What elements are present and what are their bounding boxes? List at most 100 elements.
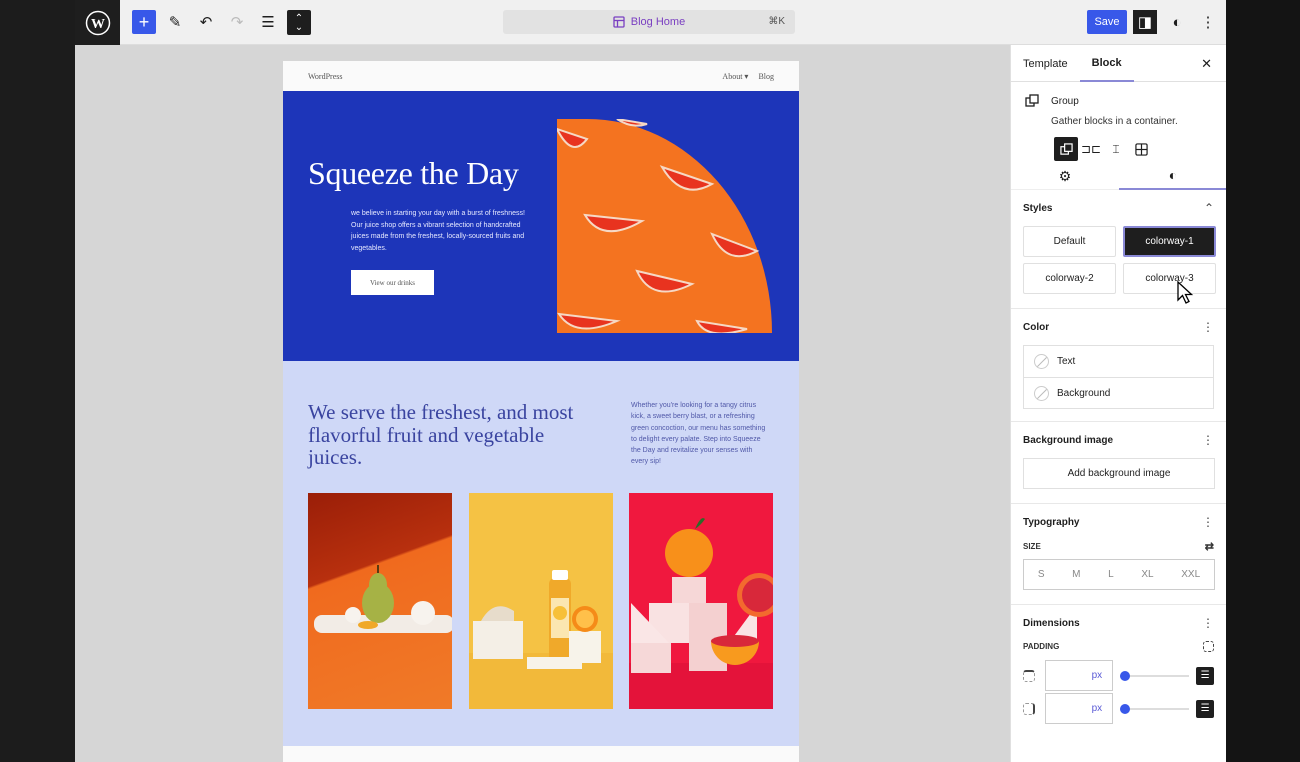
pear-photo[interactable] — [308, 493, 452, 709]
styles-button[interactable]: ◐ — [1165, 10, 1189, 34]
link-sides-icon[interactable] — [1203, 641, 1214, 652]
undo-icon: ↶ — [199, 14, 213, 31]
variation-stack-button[interactable]: ⌶ — [1104, 137, 1128, 161]
hero-heading[interactable]: Squeeze the Day — [308, 155, 519, 192]
more-vertical-icon[interactable]: ⋮ — [1202, 515, 1214, 529]
orange-blocks-photo[interactable] — [629, 493, 773, 709]
juice-bottle-photo[interactable] — [469, 493, 613, 709]
custom-padding-button[interactable]: ☰ — [1196, 699, 1215, 718]
inspector-tabs: ⚙ ◐ — [1011, 162, 1226, 190]
styles-title: Styles — [1023, 202, 1053, 214]
variation-grid-button[interactable] — [1129, 137, 1153, 161]
nav-item-blog[interactable]: Blog — [758, 72, 774, 81]
hero-section[interactable]: Squeeze the Day we believe in starting y… — [283, 91, 799, 361]
size-option-xl[interactable]: XL — [1141, 569, 1153, 580]
keyboard-shortcut: ⌘K — [768, 16, 785, 27]
close-icon[interactable]: ✕ — [1201, 56, 1212, 72]
add-background-image-button[interactable]: Add background image — [1023, 458, 1215, 489]
editor-canvas[interactable]: WordPress About ▾ Blog Squeeze the Day w… — [75, 45, 1010, 762]
size-option-xxl[interactable]: XXL — [1181, 569, 1200, 580]
save-button[interactable]: Save — [1087, 10, 1127, 34]
size-option-m[interactable]: M — [1072, 569, 1080, 580]
dimensions-panel: Dimensions ⋮ PADDING px ☰ px ☰ — [1011, 605, 1226, 724]
block-name: Group — [1051, 96, 1079, 107]
block-description: Gather blocks in a container. — [1051, 116, 1178, 127]
unit-label[interactable]: px — [1092, 703, 1103, 714]
intro-section[interactable]: We serve the freshest, and most flavorfu… — [283, 361, 799, 746]
style-colorway-1-button[interactable]: colorway-1 — [1123, 226, 1216, 257]
template-title: Blog Home — [613, 16, 685, 28]
settings-sidebar-toggle[interactable]: ◨ — [1133, 10, 1157, 34]
dimensions-title: Dimensions — [1023, 617, 1080, 629]
tab-styles[interactable]: ◐ — [1119, 162, 1226, 190]
command-palette-bar[interactable]: Blog Home ⌘K — [503, 10, 795, 34]
padding-right-input[interactable]: px — [1044, 693, 1114, 724]
tools-button[interactable]: ✎ — [163, 10, 187, 34]
more-vertical-icon[interactable]: ⋮ — [1202, 433, 1214, 447]
grid-icon — [1134, 142, 1148, 156]
size-row: SIZE ⇄ — [1023, 540, 1214, 553]
custom-padding-button[interactable]: ☰ — [1196, 666, 1214, 685]
styles-panel-header[interactable]: Styles ⌃ — [1023, 190, 1214, 226]
nav-item-about[interactable]: About ▾ — [722, 72, 748, 81]
intro-text[interactable]: Whether you're looking for a tangy citru… — [631, 400, 771, 468]
background-image-title: Background image — [1023, 434, 1114, 446]
typography-panel: Typography ⋮ SIZE ⇄ S M L XL XXL — [1011, 504, 1226, 605]
variation-row-button[interactable]: ⊐⊏ — [1079, 137, 1103, 161]
more-vertical-icon[interactable]: ⋮ — [1202, 616, 1214, 630]
tab-template[interactable]: Template — [1011, 45, 1080, 82]
font-size-picker: S M L XL XXL — [1023, 559, 1215, 590]
background-image-panel: Background image ⋮ Add background image — [1011, 422, 1226, 504]
pear-illustration — [314, 565, 452, 633]
style-colorway-3-button[interactable]: colorway-3 — [1123, 263, 1216, 294]
padding-right-slider[interactable] — [1120, 701, 1190, 717]
hero-text[interactable]: we believe in starting your day with a b… — [351, 208, 526, 254]
typography-title: Typography — [1023, 516, 1080, 528]
sliders-icon: ☰ — [1200, 703, 1210, 714]
style-colorway-2-button[interactable]: colorway-2 — [1023, 263, 1116, 294]
redo-icon: ↷ — [230, 14, 244, 31]
wordpress-logo-icon[interactable]: W — [75, 0, 120, 45]
padding-top-slider[interactable] — [1120, 668, 1190, 684]
layout-icon — [613, 16, 625, 28]
color-text-label: Text — [1057, 356, 1076, 367]
more-vertical-icon[interactable]: ⋮ — [1202, 320, 1214, 334]
grapefruit-image[interactable] — [557, 119, 772, 333]
tab-block[interactable]: Block — [1079, 45, 1134, 82]
left-margin — [0, 0, 75, 762]
site-header[interactable]: WordPress About ▾ Blog — [283, 61, 799, 91]
page-preview[interactable]: WordPress About ▾ Blog Squeeze the Day w… — [283, 61, 799, 762]
app-frame: W + ✎ ↶ ↷ ☰ ⌃ ⌄ Blog Home ⌘K Save ◨ ◐ ⋮ … — [0, 0, 1300, 762]
slider-thumb[interactable] — [1120, 703, 1131, 714]
padding-label: PADDING — [1023, 642, 1060, 651]
chevron-down-icon: ⌄ — [294, 21, 304, 33]
size-option-l[interactable]: L — [1108, 569, 1114, 580]
unit-label[interactable]: px — [1092, 670, 1103, 681]
custom-size-toggle-icon[interactable]: ⇄ — [1205, 540, 1214, 553]
intro-heading[interactable]: We serve the freshest, and most flavorfu… — [308, 401, 578, 469]
block-card: Group Gather blocks in a container. ⊐⊏ ⌶… — [1011, 82, 1226, 190]
padding-top-input[interactable]: px — [1044, 660, 1114, 691]
options-button[interactable]: ⋮ — [1196, 10, 1220, 34]
half-circle-icon: ◐ — [1172, 13, 1182, 31]
slider-thumb[interactable] — [1120, 670, 1131, 681]
view-drinks-button[interactable]: View our drinks — [351, 270, 434, 295]
size-option-s[interactable]: S — [1038, 569, 1045, 580]
site-title[interactable]: WordPress — [308, 72, 342, 81]
plus-icon: + — [138, 11, 150, 32]
document-navigation-button[interactable]: ⌃ ⌄ — [287, 10, 311, 35]
list-view-button[interactable]: ☰ — [256, 10, 280, 34]
tab-settings[interactable]: ⚙ — [1011, 162, 1119, 190]
add-block-button[interactable]: + — [132, 10, 156, 34]
chevron-up-icon[interactable]: ⌃ — [1204, 201, 1214, 215]
color-text-item[interactable]: Text — [1024, 346, 1213, 377]
style-default-button[interactable]: Default — [1023, 226, 1116, 257]
color-background-item[interactable]: Background — [1024, 377, 1213, 408]
variation-group-button[interactable] — [1054, 137, 1078, 161]
redo-button[interactable]: ↷ — [225, 10, 249, 34]
half-circle-icon: ◐ — [1168, 167, 1178, 183]
typography-header: Typography ⋮ — [1023, 504, 1214, 540]
padding-right-row: px ☰ — [1023, 693, 1215, 724]
undo-button[interactable]: ↶ — [194, 10, 218, 34]
site-navigation: About ▾ Blog — [722, 72, 774, 81]
